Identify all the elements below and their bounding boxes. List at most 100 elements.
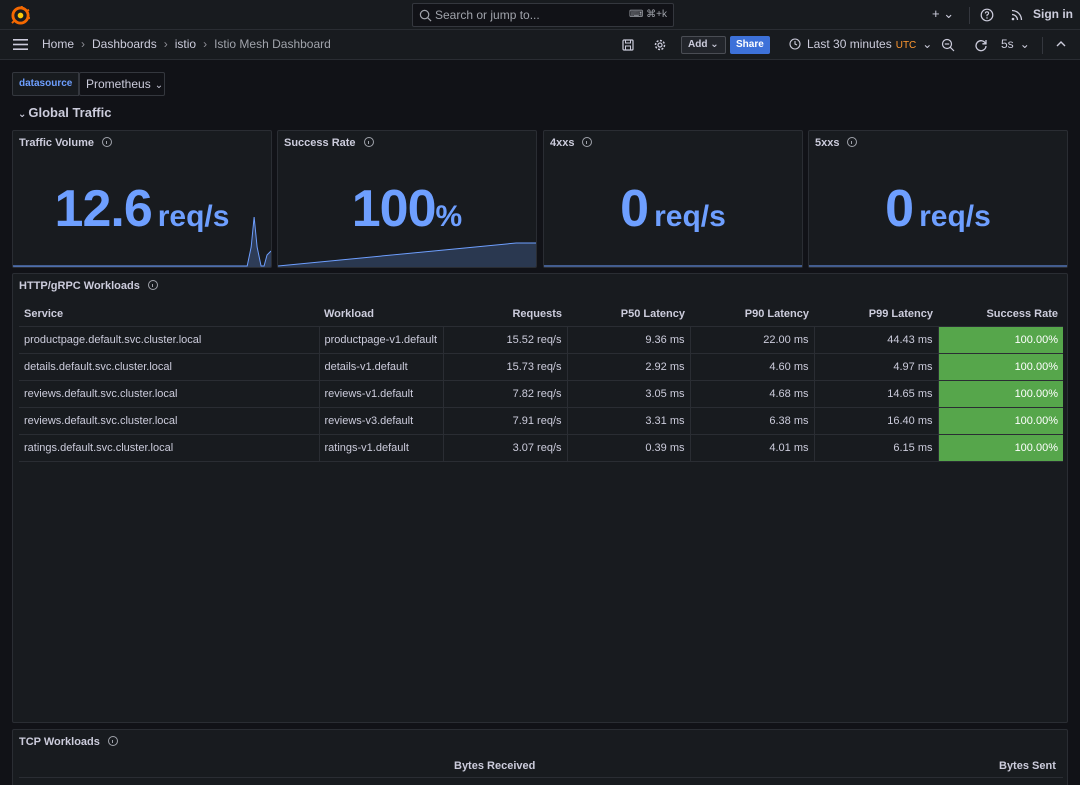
- requests-cell: 3.07 req/s: [443, 434, 568, 462]
- stat-panel-success-rate[interactable]: Success Rate 100%: [277, 130, 537, 268]
- panel-title: 5xxs: [815, 137, 858, 149]
- workload-cell[interactable]: reviews-v1.default: [319, 380, 444, 408]
- p99-cell: 44.43 ms: [814, 326, 939, 354]
- tcp-workloads-panel: TCP Workloads Bytes Received Bytes Sent: [12, 729, 1068, 785]
- info-icon[interactable]: [363, 137, 374, 147]
- info-icon[interactable]: [582, 137, 593, 147]
- breadcrumb-folder[interactable]: istio: [175, 37, 196, 51]
- grafana-logo-icon[interactable]: [11, 6, 30, 25]
- time-range-picker[interactable]: Last 30 minutes UTC ⌄: [789, 37, 932, 51]
- p90-cell: 4.01 ms: [690, 434, 815, 462]
- success-rate-cell: 100.00%: [938, 380, 1063, 408]
- requests-cell: 15.73 req/s: [443, 353, 568, 381]
- column-header[interactable]: Bytes Received: [454, 760, 535, 772]
- success-rate-cell: 100.00%: [938, 326, 1063, 354]
- clock-icon: [789, 38, 801, 50]
- panel-title: Success Rate: [284, 137, 374, 149]
- service-cell[interactable]: ratings.default.svc.cluster.local: [19, 434, 320, 462]
- chevron-down-icon: ⌄: [154, 80, 164, 91]
- column-header[interactable]: Service: [19, 302, 319, 327]
- divider: [1042, 37, 1043, 54]
- p90-cell: 6.38 ms: [690, 407, 815, 435]
- info-icon[interactable]: [147, 280, 158, 290]
- p99-cell: 6.15 ms: [814, 434, 939, 462]
- breadcrumb: Home › Dashboards › istio › Istio Mesh Dashboa…: [42, 37, 331, 51]
- info-icon[interactable]: [847, 137, 858, 147]
- top-bar: Search or jump to... ⌨ ⌘+k + ⌄ Sign in: [0, 0, 1080, 30]
- table-row: reviews.default.svc.cluster.local review…: [19, 407, 1063, 435]
- add-button[interactable]: Add ⌄: [681, 36, 726, 54]
- stat-panel-5xxs[interactable]: 5xxs 0 req/s: [808, 130, 1068, 268]
- new-menu-button[interactable]: + ⌄: [932, 6, 954, 22]
- breadcrumb-dashboards[interactable]: Dashboards: [92, 37, 157, 51]
- sparkline: [13, 216, 271, 267]
- success-rate-cell: 100.00%: [938, 407, 1063, 435]
- chevron-down-icon: ⌄: [1019, 37, 1030, 51]
- breadcrumb-home[interactable]: Home: [42, 37, 74, 51]
- refresh-icon[interactable]: [974, 38, 988, 52]
- panel-title-text: Success Rate: [284, 137, 356, 149]
- requests-cell: 15.52 req/s: [443, 326, 568, 354]
- share-button[interactable]: Share: [730, 36, 770, 54]
- workload-cell[interactable]: productpage-v1.default: [319, 326, 444, 354]
- p99-cell: 16.40 ms: [814, 407, 939, 435]
- chevron-up-icon[interactable]: [1055, 38, 1067, 50]
- stat-panel-traffic-volume[interactable]: Traffic Volume 12.6 req/s: [12, 130, 272, 268]
- column-header[interactable]: Bytes Sent: [999, 760, 1056, 772]
- service-cell[interactable]: productpage.default.svc.cluster.local: [19, 326, 320, 354]
- panel-title-text: 4xxs: [550, 137, 575, 149]
- column-header[interactable]: P50 Latency: [567, 302, 690, 327]
- table-row: reviews.default.svc.cluster.local review…: [19, 380, 1063, 408]
- p99-cell: 14.65 ms: [814, 380, 939, 408]
- save-dashboard-icon[interactable]: [621, 38, 635, 52]
- workload-cell[interactable]: ratings-v1.default: [319, 434, 444, 462]
- stat-panel-4xxs[interactable]: 4xxs 0 req/s: [543, 130, 803, 268]
- news-rss-icon[interactable]: [1010, 8, 1024, 22]
- table-row: details.default.svc.cluster.local detail…: [19, 353, 1063, 381]
- info-icon[interactable]: [101, 137, 112, 147]
- p50-cell: 0.39 ms: [567, 434, 691, 462]
- column-header[interactable]: Requests: [443, 302, 567, 327]
- panel-title: HTTP/gRPC Workloads: [19, 280, 158, 292]
- service-cell[interactable]: reviews.default.svc.cluster.local: [19, 380, 320, 408]
- datasource-value: Prometheus: [86, 77, 151, 91]
- datasource-select[interactable]: Prometheus ⌄: [79, 72, 165, 96]
- info-icon[interactable]: [107, 736, 118, 746]
- sign-in-link[interactable]: Sign in: [1033, 7, 1073, 21]
- service-cell[interactable]: reviews.default.svc.cluster.local: [19, 407, 320, 435]
- panel-title-text: HTTP/gRPC Workloads: [19, 280, 140, 292]
- zoom-out-icon[interactable]: [941, 38, 955, 52]
- service-cell[interactable]: details.default.svc.cluster.local: [19, 353, 320, 381]
- table-row: ratings.default.svc.cluster.local rating…: [19, 434, 1063, 462]
- p50-cell: 3.05 ms: [567, 380, 691, 408]
- panel-title: Traffic Volume: [19, 137, 112, 149]
- chevron-down-icon: ⌄: [18, 109, 27, 120]
- workload-cell[interactable]: reviews-v3.default: [319, 407, 444, 435]
- success-rate-cell: 100.00%: [938, 434, 1063, 462]
- panel-title-text: 5xxs: [815, 137, 840, 149]
- requests-cell: 7.91 req/s: [443, 407, 568, 435]
- column-header[interactable]: P90 Latency: [690, 302, 814, 327]
- column-header[interactable]: P99 Latency: [814, 302, 938, 327]
- search-shortcut: ⌨ ⌘+k: [628, 9, 667, 20]
- row-global-traffic[interactable]: ⌄ Global Traffic: [18, 105, 111, 120]
- workload-cell[interactable]: details-v1.default: [319, 353, 444, 381]
- p90-cell: 4.68 ms: [690, 380, 815, 408]
- p50-cell: 3.31 ms: [567, 407, 691, 435]
- breadcrumb-current: Istio Mesh Dashboard: [214, 37, 331, 51]
- http-workloads-table: Service Workload Requests P50 Latency P9…: [19, 302, 1063, 462]
- column-header[interactable]: Success Rate: [938, 302, 1063, 327]
- menu-icon[interactable]: [13, 38, 28, 51]
- column-header[interactable]: Workload: [319, 302, 443, 327]
- settings-gear-icon[interactable]: [653, 38, 667, 52]
- chevron-right-icon: ›: [203, 37, 208, 51]
- time-range-label: Last 30 minutes: [807, 37, 892, 51]
- refresh-interval-picker[interactable]: 5s ⌄: [1001, 37, 1030, 51]
- help-icon[interactable]: [980, 8, 994, 22]
- panel-title: TCP Workloads: [19, 736, 118, 748]
- p90-cell: 4.60 ms: [690, 353, 815, 381]
- table-header-row: Service Workload Requests P50 Latency P9…: [19, 302, 1063, 327]
- chevron-right-icon: ›: [163, 37, 168, 51]
- search-input[interactable]: Search or jump to... ⌨ ⌘+k: [412, 3, 674, 27]
- panel-title: 4xxs: [550, 137, 593, 149]
